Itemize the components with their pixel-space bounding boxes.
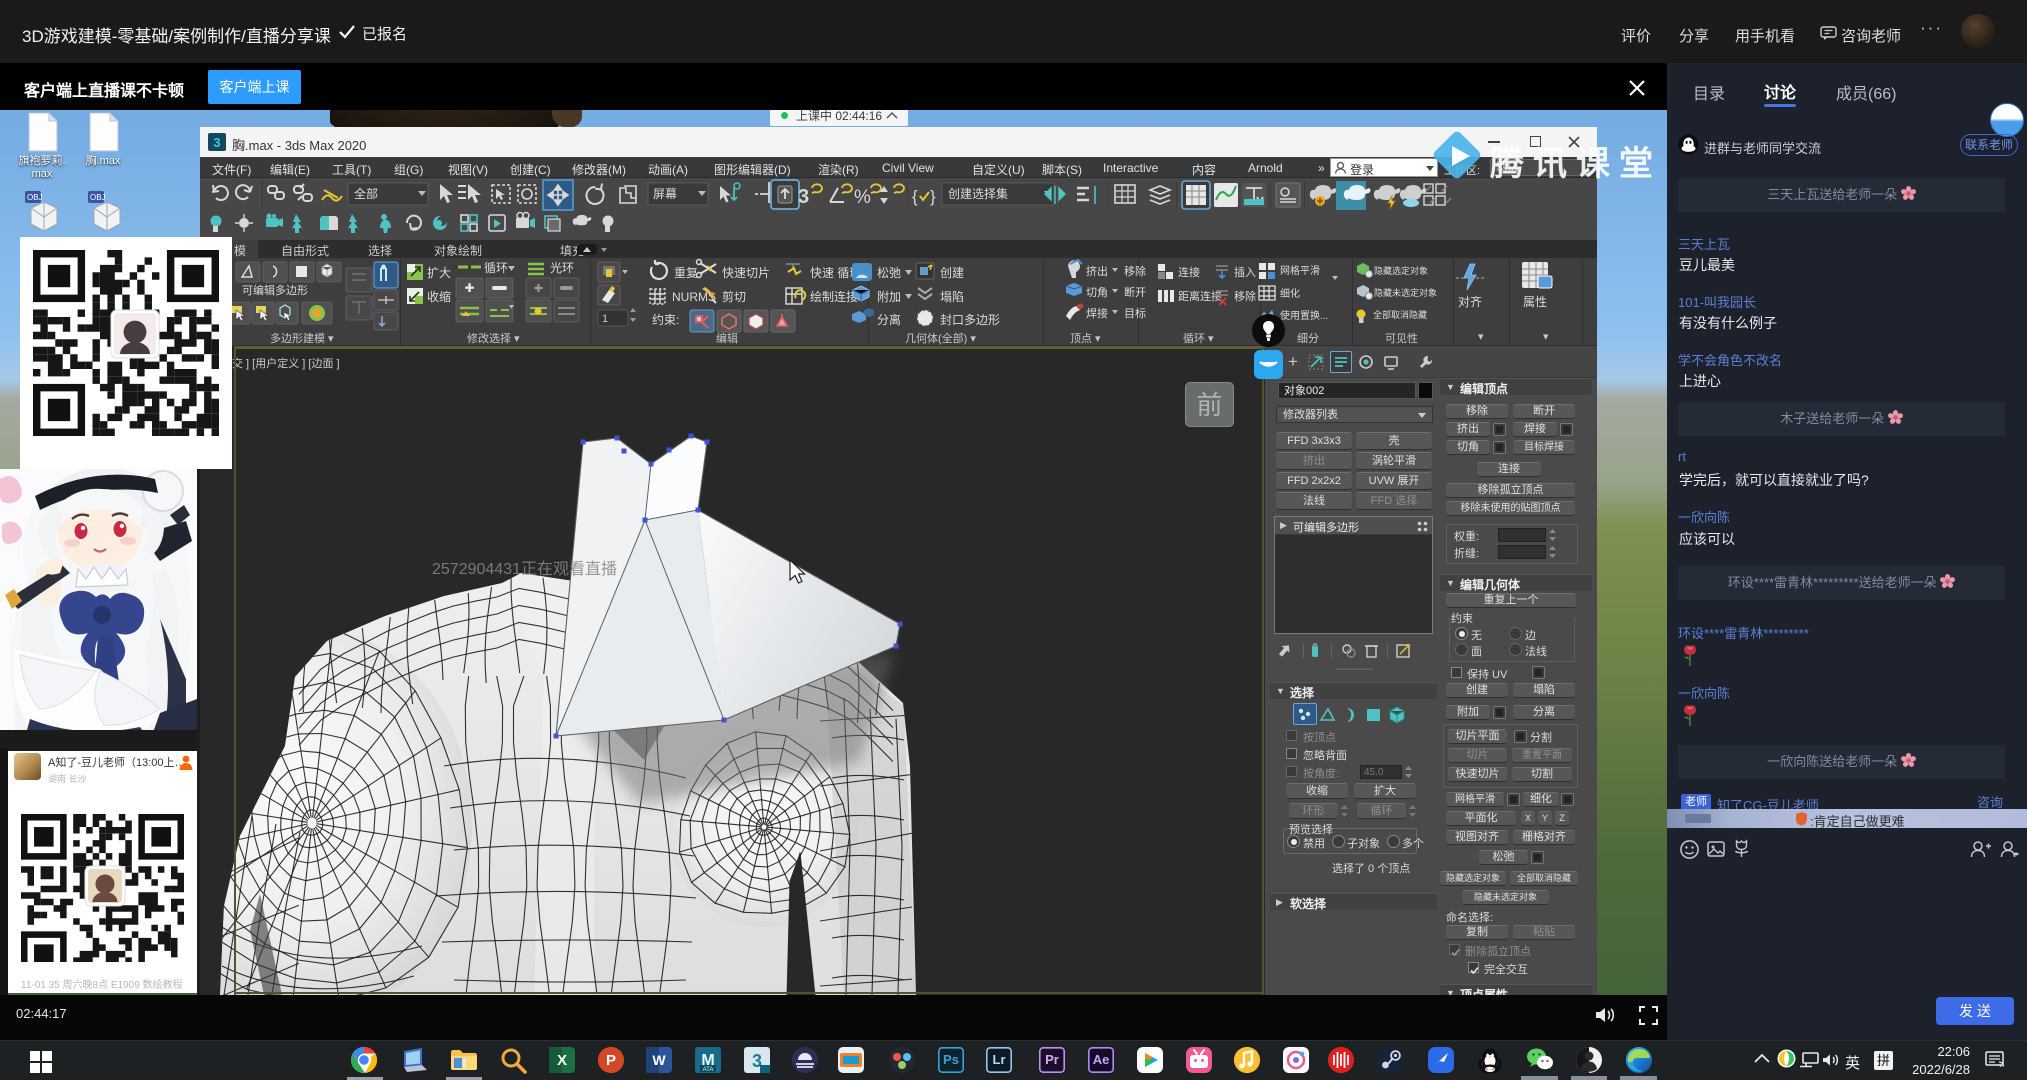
svg-text:Pr: Pr [1045,1052,1059,1067]
svg-text:重复: 重复 [674,266,698,280]
svg-text:距离连接: 距离连接 [1178,289,1222,303]
svg-text:P: P [606,1052,616,1069]
svg-text:扩大: 扩大 [427,266,451,280]
svg-text:可编辑多边形: 可编辑多边形 [242,283,308,297]
svg-text:全部: 全部 [354,186,378,201]
svg-text:剪切: 剪切 [722,289,746,304]
svg-text:✚: ✚ [464,281,474,295]
svg-text:创建选择集: 创建选择集 [948,186,1008,201]
svg-text:插入: 插入 [1234,265,1256,279]
svg-text:对齐: 对齐 [1458,294,1482,309]
svg-text:%: % [854,187,871,208]
svg-text:网格平滑: 网格平滑 [1280,264,1320,277]
svg-text:焊接: 焊接 [1086,306,1108,320]
svg-text:目标: 目标 [1124,306,1146,320]
svg-text:✚: ✚ [534,283,543,295]
svg-text:塌陷: 塌陷 [940,289,964,304]
svg-text:OBJ: OBJ [90,193,106,202]
svg-text:挤出: 挤出 [1086,264,1108,278]
svg-text:ATA: ATA [703,1067,714,1073]
svg-text:创建: 创建 [940,266,964,280]
svg-text:隐藏选定对象: 隐藏选定对象 [1374,265,1428,276]
svg-text:X: X [557,1052,567,1069]
svg-text:约束:: 约束: [652,312,679,327]
svg-text:切角: 切角 [1086,286,1108,299]
svg-text:分离: 分离 [877,312,901,327]
svg-text:光环: 光环 [550,261,574,275]
svg-text:3: 3 [798,186,809,208]
svg-text:连接: 连接 [1178,266,1200,279]
svg-text:移除: 移除 [1234,289,1256,303]
svg-text:隐藏未选定对象: 隐藏未选定对象 [1374,287,1437,298]
svg-text:W: W [652,1052,666,1068]
svg-text:封口多边形: 封口多边形 [940,313,1000,327]
svg-text:收缩: 收缩 [427,289,451,304]
svg-text:快速切片: 快速切片 [722,266,770,280]
svg-text:Lr: Lr [993,1052,1006,1067]
svg-text:绘制连接: 绘制连接 [810,289,858,304]
svg-text:Ae: Ae [1093,1052,1110,1067]
svg-text:{: { [912,187,918,206]
svg-text:断开: 断开 [1124,285,1146,299]
svg-text:3: 3 [213,135,220,150]
svg-text:循环: 循环 [484,261,508,275]
svg-text:屏幕: 屏幕 [653,187,677,201]
svg-text:全部取消隐藏: 全部取消隐藏 [1373,309,1427,320]
svg-text:Ps: Ps [943,1052,959,1067]
svg-text:细化: 细化 [1280,287,1300,300]
svg-text:附加: 附加 [877,290,901,304]
svg-text:移除: 移除 [1124,264,1146,278]
svg-text:松弛: 松弛 [877,266,901,280]
svg-text:使用置换...: 使用置换... [1280,309,1328,322]
svg-text:属性: 属性 [1523,295,1547,309]
svg-text:OBJ: OBJ [27,193,43,202]
svg-text:1: 1 [602,313,608,325]
svg-text:}: } [930,187,936,206]
